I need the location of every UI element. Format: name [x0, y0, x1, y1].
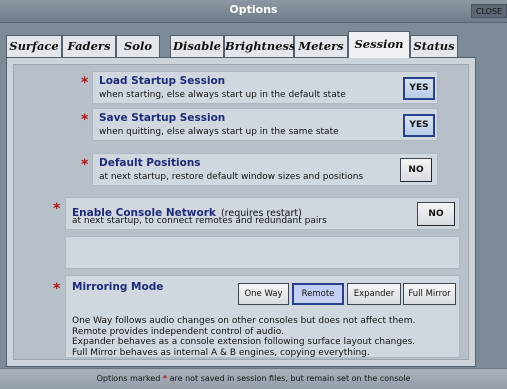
save-startup-session-label: Save Startup Session [99, 112, 226, 124]
mirroring-mode-label: Mirroring Mode [72, 281, 164, 293]
tab-surface[interactable]: Surface [6, 35, 62, 57]
mirroring-remote-button[interactable]: Remote [292, 283, 344, 305]
mirroring-mode-group: Mirroring Mode One Way Remote Expander F… [65, 275, 460, 358]
tab-solo[interactable]: Solo [116, 35, 160, 57]
footer-note: Options marked * are not saved in sessio… [0, 368, 507, 389]
default-positions-row: Default Positions at next startup, resto… [92, 153, 438, 186]
persist-star-marker: * [53, 201, 61, 217]
tab-session[interactable]: Session [348, 31, 410, 58]
load-startup-session-desc: when starting, else always start up in t… [99, 90, 346, 100]
footer-star-marker: * [162, 374, 168, 383]
tab-faders[interactable]: Faders [62, 35, 116, 57]
load-startup-session-row: Load Startup Session when starting, else… [92, 71, 438, 104]
mirroring-one-way-button[interactable]: One Way [238, 283, 289, 305]
description-line: One Way follows audio changes on other c… [72, 316, 416, 326]
tab-meters[interactable]: Meters [294, 35, 348, 57]
tab-status[interactable]: Status [410, 35, 458, 57]
close-button[interactable]: CLOSE [471, 4, 507, 18]
session-panel: * Load Startup Session when starting, el… [6, 57, 476, 367]
footer-text-after: are not saved in session files, but rema… [169, 374, 411, 383]
persist-star-marker: * [81, 157, 89, 173]
mirroring-expander-button[interactable]: Expander [347, 283, 401, 305]
default-positions-label: Default Positions [99, 157, 201, 169]
footer-text-before: Options marked [96, 374, 161, 383]
description-line: Remote provides independent control of a… [72, 326, 284, 337]
save-startup-session-row: Save Startup Session when quitting, else… [92, 108, 438, 141]
default-positions-desc: at next startup, restore default window … [99, 172, 364, 182]
load-startup-session-toggle[interactable]: YES [403, 77, 435, 100]
persist-star-marker: * [81, 112, 89, 128]
description-line: Full Mirror behaves as internal A & B en… [72, 347, 370, 358]
session-options-area: * Load Startup Session when starting, el… [13, 64, 469, 360]
enable-console-network-desc: at next startup, to connect remotes and … [72, 216, 327, 226]
persist-star-marker: * [53, 281, 61, 297]
enable-console-network-toggle[interactable]: NO [417, 202, 455, 226]
mirroring-mode-description: One Way follows audio changes on other c… [72, 316, 415, 358]
empty-info-box [65, 236, 460, 269]
tab-brightness[interactable]: Brightness [224, 35, 296, 57]
save-startup-session-toggle[interactable]: YES [403, 114, 435, 137]
tab-disable[interactable]: Disable [170, 35, 224, 57]
load-startup-session-label: Load Startup Session [99, 75, 226, 87]
save-startup-session-desc: when quitting, else always start up in t… [99, 127, 339, 137]
description-line: Expander behaves as a console extension … [72, 337, 416, 347]
mirroring-full-mirror-button[interactable]: Full Mirror [403, 283, 456, 305]
title-bar: Options CLOSE [0, 0, 507, 23]
window-title: Options [229, 3, 278, 16]
default-positions-toggle[interactable]: NO [400, 158, 432, 182]
enable-console-network-row: Enable Console Network (requires restart… [65, 197, 460, 230]
persist-star-marker: * [81, 75, 89, 91]
